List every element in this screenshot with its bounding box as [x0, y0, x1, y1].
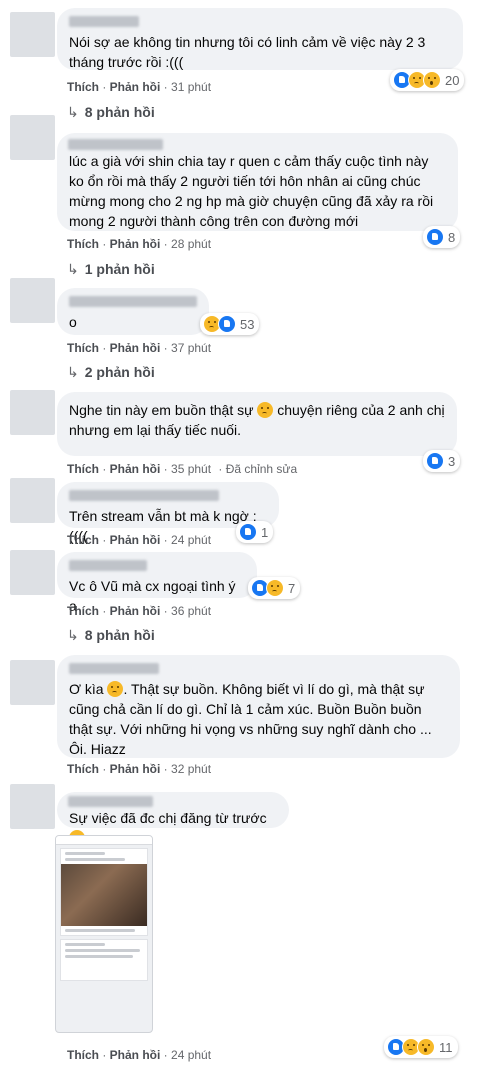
reply-link[interactable]: Phản hồi	[110, 237, 161, 251]
timestamp[interactable]: 24 phút	[171, 533, 211, 547]
avatar[interactable]	[10, 478, 55, 523]
like-link[interactable]: Thích	[67, 237, 99, 251]
reaction-count: 53	[240, 316, 255, 332]
comment-actions: Thích · Phản hồi · 24 phút	[67, 533, 212, 547]
comment-actions: Thích · Phản hồi · 31 phút	[67, 80, 212, 94]
like-link[interactable]: Thích	[67, 604, 99, 618]
avatar[interactable]	[10, 390, 55, 435]
reaction-summary[interactable]: 53	[200, 313, 260, 335]
timestamp[interactable]: 31 phút	[171, 80, 211, 94]
wow-reaction-icon	[423, 71, 441, 89]
avatar[interactable]	[10, 115, 55, 160]
commenter-name[interactable]	[69, 560, 147, 571]
comment-text: o	[69, 314, 77, 330]
timestamp[interactable]: 35 phút	[171, 462, 211, 476]
reaction-count: 11	[439, 1039, 453, 1055]
commenter-name[interactable]	[69, 16, 139, 27]
comment-actions: Thích · Phản hồi · 32 phút	[67, 762, 212, 776]
comment-text: Nói sợ ae không tin nhưng tôi có linh cả…	[69, 34, 426, 70]
avatar[interactable]	[10, 12, 55, 57]
reply-arrow-icon: ↳	[67, 104, 79, 120]
reaction-count: 8	[448, 229, 456, 245]
timestamp[interactable]: 36 phút	[171, 604, 211, 618]
avatar[interactable]	[10, 660, 55, 705]
avatar[interactable]	[10, 784, 55, 829]
post-photo	[61, 864, 147, 926]
reaction-count: 7	[288, 580, 296, 596]
reply-link[interactable]: Phản hồi	[110, 533, 161, 547]
comment-bubble: Nói sợ ae không tin nhưng tôi có linh cả…	[57, 8, 463, 70]
like-reaction-icon	[426, 228, 444, 246]
reaction-summary[interactable]: 7	[248, 577, 301, 599]
reaction-count: 20	[445, 72, 460, 88]
wow-reaction-icon	[417, 1038, 435, 1056]
commenter-name[interactable]	[68, 139, 163, 150]
comment-bubble: Ơ kìa . Thật sự buồn. Không biết vì lí d…	[57, 655, 460, 758]
comment-text: Ơ kìa . Thật sự buồn. Không biết vì lí d…	[69, 681, 432, 757]
commenter-name[interactable]	[69, 490, 219, 501]
edited-label[interactable]: Đã chỉnh sửa	[226, 462, 297, 476]
reaction-summary[interactable]: 1	[236, 521, 274, 543]
timestamp[interactable]: 24 phút	[171, 1048, 211, 1062]
view-replies-link[interactable]: ↳ 8 phản hồi	[67, 104, 155, 121]
reply-link[interactable]: Phản hồi	[110, 80, 161, 94]
comment-bubble: Nghe tin này em buồn thật sự chuyện riên…	[57, 392, 457, 456]
like-link[interactable]: Thích	[67, 80, 99, 94]
reaction-summary[interactable]: 11	[384, 1036, 458, 1058]
view-replies-link[interactable]: ↳ 1 phản hồi	[67, 261, 155, 278]
commenter-name[interactable]	[68, 796, 153, 807]
reaction-count: 1	[261, 524, 269, 540]
like-link[interactable]: Thích	[67, 762, 99, 776]
reply-link[interactable]: Phản hồi	[110, 462, 161, 476]
like-link[interactable]: Thích	[67, 1048, 99, 1062]
reply-link[interactable]: Phản hồi	[110, 762, 161, 776]
comment-bubble: o	[57, 288, 209, 335]
reaction-summary[interactable]: 20	[390, 69, 465, 91]
timestamp[interactable]: 28 phút	[171, 237, 211, 251]
like-link[interactable]: Thích	[67, 462, 99, 476]
avatar[interactable]	[10, 550, 55, 595]
timestamp[interactable]: 32 phút	[171, 762, 211, 776]
commenter-name[interactable]	[69, 296, 197, 307]
comment-actions: Thích · Phản hồi · 28 phút	[67, 237, 212, 251]
like-reaction-icon	[218, 315, 236, 333]
reply-link[interactable]: Phản hồi	[110, 341, 161, 355]
crying-emoji-icon	[107, 681, 124, 697]
like-link[interactable]: Thích	[67, 533, 99, 547]
reply-link[interactable]: Phản hồi	[110, 604, 161, 618]
sad-reaction-icon	[266, 579, 284, 597]
like-reaction-icon	[426, 452, 444, 470]
comment-actions: Thích · Phản hồi · 35 phút · Đã chỉnh sử…	[67, 462, 298, 476]
like-reaction-icon	[239, 523, 257, 541]
view-replies-link[interactable]: ↳ 8 phản hồi	[67, 627, 155, 644]
comment-actions: Thích · Phản hồi · 36 phút	[67, 604, 212, 618]
attached-screenshot-image[interactable]	[55, 835, 153, 1033]
reply-arrow-icon: ↳	[67, 261, 79, 277]
comment-text: Nghe tin này em buồn thật sự chuyện riên…	[69, 402, 445, 438]
comment-bubble: Vc ô Vũ mà cx ngoại tình ý a	[57, 552, 257, 614]
view-replies-link[interactable]: ↳ 2 phản hồi	[67, 364, 155, 381]
commenter-name[interactable]	[69, 663, 159, 674]
avatar[interactable]	[10, 278, 55, 323]
sad-emoji-icon	[257, 402, 274, 418]
comment-actions: Thích · Phản hồi · 37 phút	[67, 341, 212, 355]
reaction-count: 3	[448, 453, 456, 469]
reply-link[interactable]: Phản hồi	[110, 1048, 161, 1062]
comment-actions: Thích · Phản hồi · 24 phút	[67, 1048, 212, 1062]
reaction-summary[interactable]: 3	[423, 450, 461, 472]
timestamp[interactable]: 37 phút	[171, 341, 211, 355]
reply-arrow-icon: ↳	[67, 364, 79, 380]
reaction-summary[interactable]: 8	[423, 226, 461, 248]
comment-text: lúc a già với shin chia tay r quen c cảm…	[69, 153, 434, 229]
like-link[interactable]: Thích	[67, 341, 99, 355]
reply-arrow-icon: ↳	[67, 627, 79, 643]
